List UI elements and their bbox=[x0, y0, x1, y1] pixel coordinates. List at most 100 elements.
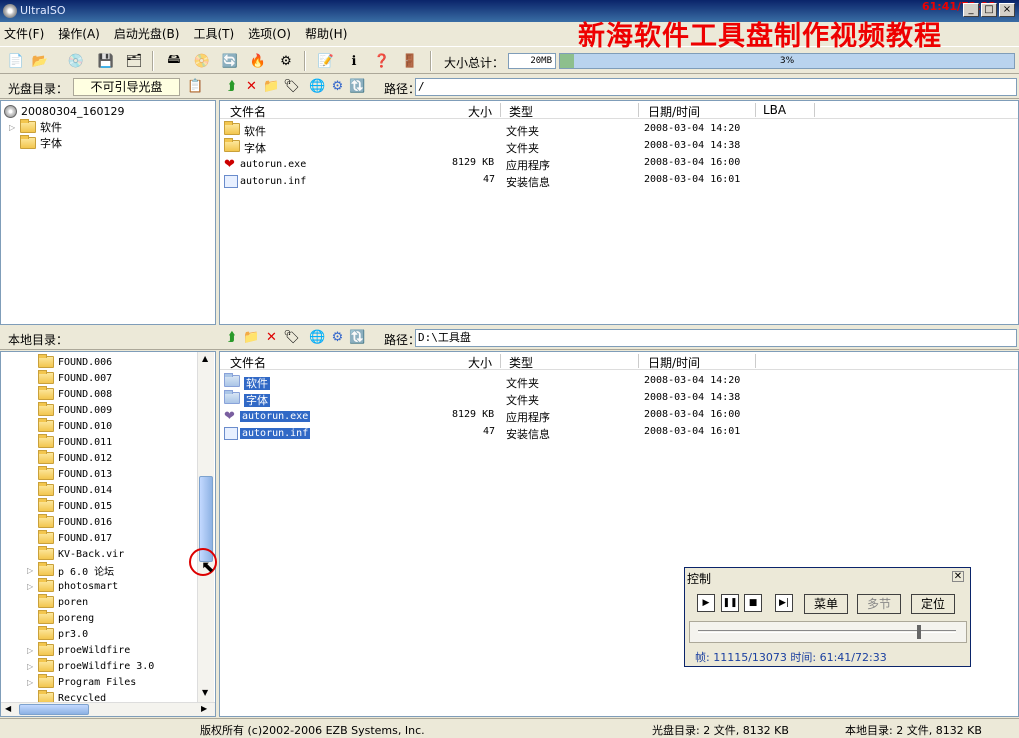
cd-tree-item-software[interactable]: ▷ 软件 bbox=[9, 119, 62, 135]
cd-tree-root[interactable]: 20080304_160129 bbox=[4, 103, 124, 119]
help-icon[interactable]: ❓ bbox=[372, 51, 392, 71]
menu-button[interactable]: 菜单 bbox=[804, 594, 848, 614]
add-files-icon[interactable]: 🌐 bbox=[309, 78, 326, 95]
column-size[interactable]: 大小 bbox=[468, 103, 492, 120]
new-folder-icon[interactable]: 📁 bbox=[263, 78, 280, 95]
info-icon[interactable]: ℹ bbox=[344, 51, 364, 71]
local-tree-item[interactable]: FOUND.014 bbox=[27, 482, 112, 498]
local-tree-item[interactable]: FOUND.011 bbox=[27, 434, 112, 450]
cd-file-row[interactable]: 字体 文件夹 2008-03-04 14:38 bbox=[220, 138, 1018, 155]
expand-icon[interactable]: ▷ bbox=[27, 646, 36, 655]
local-tree-item[interactable]: FOUND.006 bbox=[27, 354, 112, 370]
expand-icon[interactable]: ▷ bbox=[27, 678, 36, 687]
local-tree-item[interactable]: FOUND.009 bbox=[27, 402, 112, 418]
local-tree-item[interactable]: FOUND.017 bbox=[27, 530, 112, 546]
delete-icon[interactable]: ✕ bbox=[243, 78, 260, 95]
next-frame-icon[interactable]: ▶| bbox=[775, 594, 793, 612]
extract-icon[interactable]: 📀 bbox=[192, 51, 212, 71]
local-file-row[interactable]: autorun.inf 47 安装信息 2008-03-04 16:01 bbox=[220, 424, 1018, 441]
local-tree-hscrollbar[interactable]: ◀ ▶ bbox=[1, 702, 215, 716]
local-tree-item[interactable]: ▷ photosmart bbox=[27, 578, 118, 594]
settings-icon[interactable]: ⚙ bbox=[329, 78, 346, 95]
rename-icon[interactable]: 🏷 bbox=[283, 78, 300, 95]
cd-file-row[interactable]: autorun.inf 47 安装信息 2008-03-04 16:01 bbox=[220, 172, 1018, 189]
expand-icon[interactable]: ▷ bbox=[27, 662, 36, 671]
cd-tree-item-fonts[interactable]: 字体 bbox=[20, 135, 62, 151]
up-folder-icon[interactable]: ⮭ bbox=[223, 329, 240, 346]
open-icon[interactable]: 📂 bbox=[30, 51, 50, 71]
rename-icon[interactable]: 🏷 bbox=[283, 329, 300, 346]
local-tree-item[interactable]: KV-Back.vir bbox=[27, 546, 124, 562]
local-tree-item[interactable]: pr3.0 bbox=[27, 626, 88, 642]
close-button[interactable]: × bbox=[999, 3, 1015, 17]
cd-file-row[interactable]: 软件 文件夹 2008-03-04 14:20 bbox=[220, 121, 1018, 138]
menu-file[interactable]: 文件(F) bbox=[4, 25, 44, 42]
local-tree-item[interactable]: FOUND.015 bbox=[27, 498, 112, 514]
mount-icon[interactable]: ⚙ bbox=[276, 51, 296, 71]
column-type[interactable]: 类型 bbox=[509, 354, 533, 371]
refresh-icon[interactable]: 🔃 bbox=[349, 329, 366, 346]
add-files-icon[interactable]: 🌐 bbox=[309, 329, 326, 346]
column-lba[interactable]: LBA bbox=[763, 103, 786, 117]
slider-knob[interactable] bbox=[917, 625, 922, 639]
cd-path-field[interactable]: / bbox=[415, 78, 1017, 96]
exit-icon[interactable]: 🚪 bbox=[400, 51, 420, 71]
scroll-left-arrow-icon[interactable]: ◀ bbox=[5, 704, 11, 713]
local-tree-item[interactable]: FOUND.012 bbox=[27, 450, 112, 466]
local-tree-item[interactable]: FOUND.007 bbox=[27, 370, 112, 386]
local-tree-item[interactable]: ▷ proeWildfire bbox=[27, 642, 130, 658]
local-tree-item[interactable]: ▷ p 6.0 论坛 bbox=[27, 562, 114, 578]
local-tree-item[interactable]: poreng bbox=[27, 610, 94, 626]
close-icon[interactable]: ✕ bbox=[952, 571, 964, 582]
column-name[interactable]: 文件名 bbox=[230, 103, 266, 120]
local-file-row[interactable]: 字体 文件夹 2008-03-04 14:38 bbox=[220, 390, 1018, 407]
column-date[interactable]: 日期/时间 bbox=[648, 103, 700, 120]
boot-properties-icon[interactable]: 📋 bbox=[187, 78, 204, 95]
chapters-button[interactable]: 多节 bbox=[857, 594, 901, 614]
local-tree-scrollbar[interactable]: ▲ ▼ bbox=[197, 352, 214, 702]
burn-icon[interactable]: 🔥 bbox=[248, 51, 268, 71]
menu-bootable[interactable]: 启动光盘(B) bbox=[114, 25, 180, 42]
settings-icon[interactable]: ⚙ bbox=[329, 329, 346, 346]
playback-position-slider[interactable] bbox=[689, 621, 967, 643]
compress-icon[interactable]: 🔄 bbox=[220, 51, 240, 71]
column-date[interactable]: 日期/时间 bbox=[648, 354, 700, 371]
hscrollbar-thumb[interactable] bbox=[19, 704, 89, 715]
scroll-down-arrow-icon[interactable]: ▼ bbox=[202, 688, 208, 697]
local-tree-item[interactable]: ▷ proeWildfire 3.0 bbox=[27, 658, 154, 674]
local-path-field[interactable]: D:\工具盘 bbox=[415, 329, 1017, 347]
column-type[interactable]: 类型 bbox=[509, 103, 533, 120]
expand-icon[interactable]: ▷ bbox=[27, 566, 36, 575]
maximize-button[interactable]: □ bbox=[981, 3, 997, 17]
new-folder-icon[interactable]: 📁 bbox=[243, 329, 260, 346]
local-tree-item[interactable]: ▷ Program Files bbox=[27, 674, 136, 690]
local-tree-item[interactable]: poren bbox=[27, 594, 88, 610]
local-tree-item[interactable]: FOUND.013 bbox=[27, 466, 112, 482]
save-icon[interactable]: 💾 bbox=[96, 51, 116, 71]
expand-icon[interactable]: ▷ bbox=[9, 123, 18, 132]
open-cd-icon[interactable]: 💿 bbox=[66, 51, 86, 71]
scroll-up-arrow-icon[interactable]: ▲ bbox=[202, 354, 208, 363]
properties-icon[interactable]: 📝 bbox=[316, 51, 336, 71]
minimize-button[interactable]: _ bbox=[963, 3, 979, 17]
pause-icon[interactable]: ❚❚ bbox=[721, 594, 739, 612]
up-folder-icon[interactable]: ⮭ bbox=[223, 78, 240, 95]
delete-icon[interactable]: ✕ bbox=[263, 329, 280, 346]
expand-icon[interactable]: ▷ bbox=[27, 582, 36, 591]
local-file-row[interactable]: ❤ autorun.exe 8129 KB 应用程序 2008-03-04 16:… bbox=[220, 407, 1018, 424]
locate-button[interactable]: 定位 bbox=[911, 594, 955, 614]
cd-file-row[interactable]: ❤ autorun.exe 8129 KB 应用程序 2008-03-04 16:… bbox=[220, 155, 1018, 172]
local-tree-item[interactable]: FOUND.016 bbox=[27, 514, 112, 530]
local-tree-item[interactable]: FOUND.008 bbox=[27, 386, 112, 402]
save-as-icon[interactable]: 🗂 bbox=[124, 51, 144, 71]
local-tree-item[interactable]: FOUND.010 bbox=[27, 418, 112, 434]
menu-actions[interactable]: 操作(A) bbox=[58, 25, 100, 42]
refresh-icon[interactable]: 🔃 bbox=[349, 78, 366, 95]
play-icon[interactable]: ▶ bbox=[697, 594, 715, 612]
local-file-row[interactable]: 软件 文件夹 2008-03-04 14:20 bbox=[220, 373, 1018, 390]
stop-icon[interactable]: ■ bbox=[744, 594, 762, 612]
menu-tools[interactable]: 工具(T) bbox=[193, 25, 234, 42]
scroll-right-arrow-icon[interactable]: ▶ bbox=[201, 704, 207, 713]
menu-options[interactable]: 选项(O) bbox=[248, 25, 291, 42]
menu-help[interactable]: 帮助(H) bbox=[305, 25, 347, 42]
